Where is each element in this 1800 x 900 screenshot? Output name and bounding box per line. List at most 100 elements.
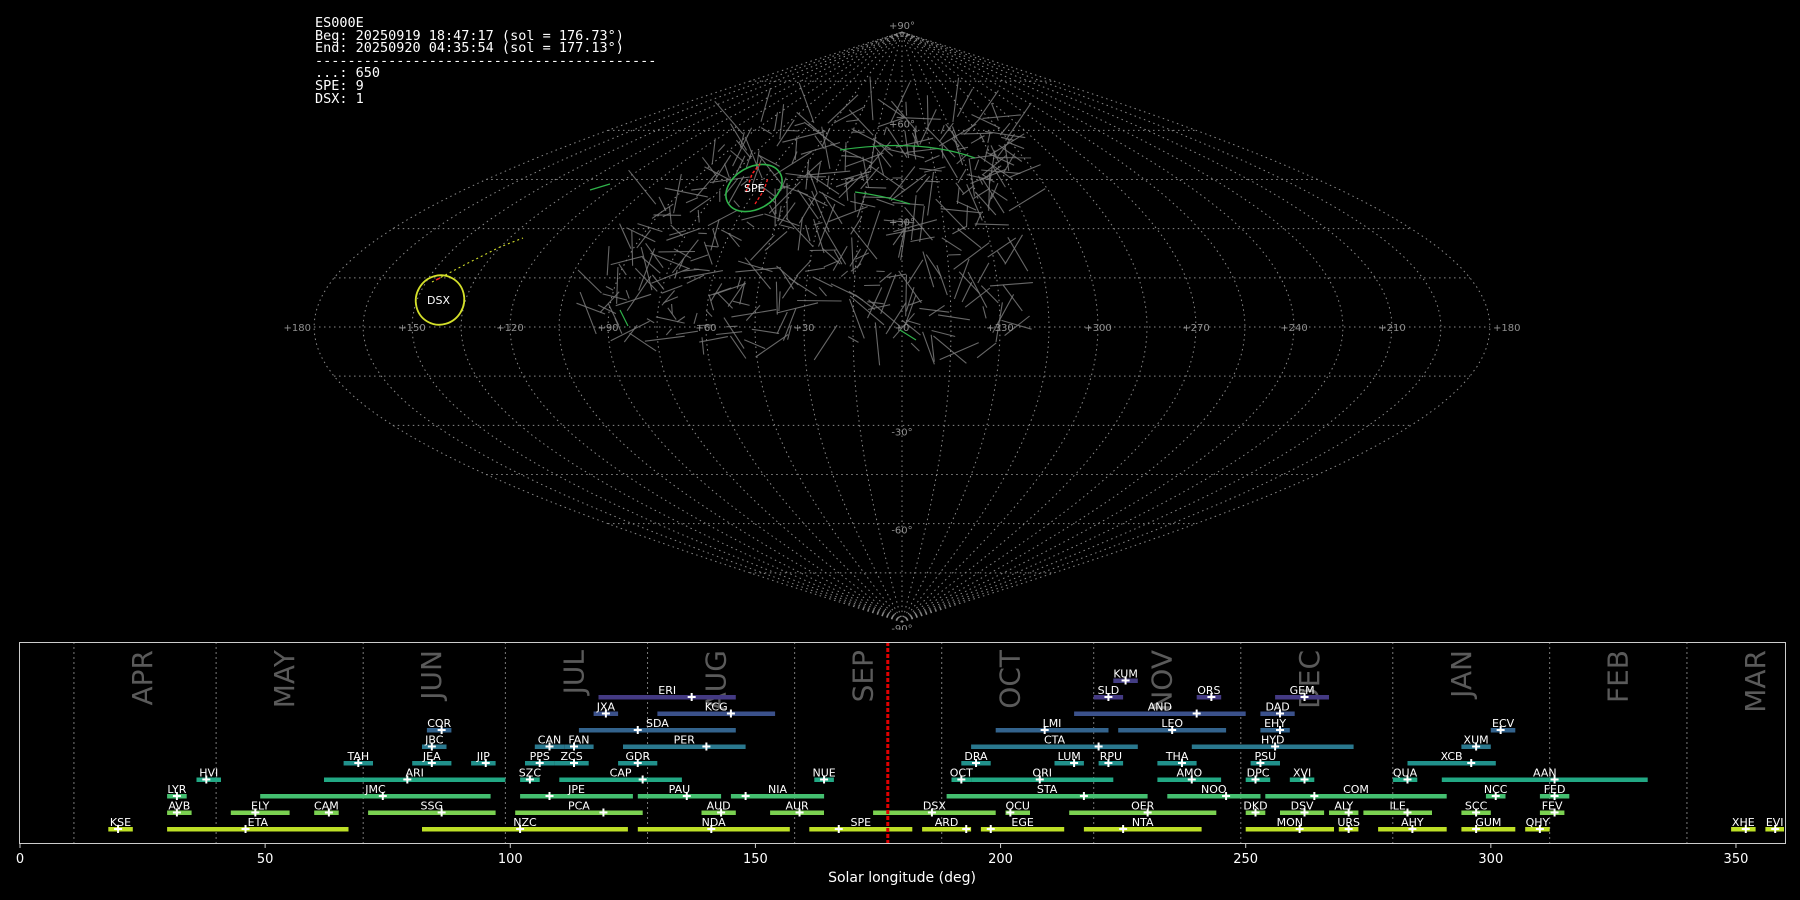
meteor-track	[629, 332, 657, 352]
meteor-track	[807, 170, 851, 176]
shower-code-label: FEV	[1542, 800, 1563, 813]
meteor-track	[697, 209, 700, 223]
meteor-track	[910, 342, 920, 352]
meteor-track	[615, 293, 652, 307]
meteor-track	[840, 270, 849, 277]
meteor-track	[690, 254, 709, 262]
shower-code-label: SPE	[851, 816, 872, 829]
shower-code-label: OER	[1131, 800, 1155, 813]
shower-code-label: PER	[674, 734, 696, 747]
meteor-track	[827, 94, 859, 124]
meteor-track	[906, 147, 939, 153]
meteor-track	[726, 325, 738, 328]
spe-radiant-label: SPE	[744, 182, 765, 195]
shower-code-label: NZC	[513, 816, 537, 829]
shower-code-label: COR	[427, 717, 451, 730]
meteor-track	[990, 103, 999, 121]
shower-code-label: AAN	[1533, 767, 1557, 780]
meteor-track	[625, 290, 630, 299]
shower-code-label: SDA	[646, 717, 669, 730]
x-tick-label: 0	[16, 852, 24, 867]
meteor-track	[848, 298, 865, 339]
shower-peak-marker	[702, 742, 711, 751]
shower-code-label: JIP	[476, 750, 490, 763]
meteor-track	[1002, 284, 1023, 312]
shower-code-label: CTA	[1044, 734, 1066, 747]
ra-tick-label: +90	[597, 323, 618, 334]
meteor-track	[673, 248, 692, 259]
meteor-track	[845, 177, 855, 180]
meteor-track	[996, 250, 1006, 264]
ra-tick-label: +150	[398, 323, 425, 334]
meteor-track	[813, 324, 838, 361]
month-label: JAN	[1445, 650, 1478, 700]
shower-peak-marker	[599, 808, 608, 817]
shower-peak-marker	[633, 726, 642, 734]
dec-tick-label: +60°	[889, 119, 915, 130]
meteor-track	[744, 257, 772, 290]
meteor-tracks	[576, 76, 1046, 366]
shower-peak-marker	[1079, 792, 1088, 800]
meteor-track	[795, 259, 812, 277]
month-label: APR	[126, 650, 159, 706]
shower-code-label: DKD	[1243, 800, 1267, 813]
meteor-track	[812, 276, 833, 288]
meteor-track	[664, 187, 708, 198]
meteor-track	[623, 324, 638, 343]
ra-tick-label: +330	[986, 323, 1013, 334]
shower-code-label: AVB	[168, 800, 190, 813]
shower-code-label: LEO	[1161, 717, 1183, 730]
meteor-track	[977, 262, 990, 284]
meteor-track	[671, 239, 699, 274]
meteor-track	[775, 281, 778, 315]
meteor-track	[974, 223, 1009, 226]
meteor-track	[905, 101, 908, 116]
x-tick-label: 200	[988, 852, 1013, 867]
meteor-track	[760, 127, 772, 135]
shower-code-label: ERI	[658, 684, 676, 697]
shower-code-label: OCT	[950, 767, 973, 780]
meteor-track	[982, 114, 1021, 119]
meteor-track	[910, 236, 935, 243]
shower-code-label: DSX	[923, 800, 946, 813]
meteor-track	[701, 337, 705, 355]
meteor-track	[850, 216, 863, 235]
meteor-track	[976, 342, 997, 359]
shower-code-label: ARD	[935, 816, 959, 829]
month-label: JUN	[415, 650, 448, 702]
meteor-track	[866, 186, 887, 189]
shower-code-label: DSV	[1291, 800, 1314, 813]
meteor-track	[658, 196, 667, 212]
dec-tick-label: -30°	[891, 427, 912, 438]
shower-code-label: GEM	[1290, 684, 1315, 697]
shower-code-label: ARI	[405, 767, 423, 780]
meteor-track	[955, 182, 965, 195]
shower-code-label: XVI	[1293, 767, 1311, 780]
meteor-track	[869, 76, 874, 121]
shower-code-label: QUA	[1393, 767, 1418, 780]
meteor-track	[797, 189, 819, 220]
meteor-track	[760, 87, 772, 122]
shower-code-label: LMI	[1043, 717, 1062, 730]
meteor-track	[626, 275, 652, 312]
meteor-track	[919, 307, 950, 313]
shower-code-label: CAM	[314, 800, 339, 813]
shower-code-label: URS	[1337, 816, 1360, 829]
shower-code-label: GUM	[1475, 816, 1501, 829]
meteor-track	[730, 123, 748, 151]
meteor-track	[732, 300, 750, 306]
shower-code-label: COM	[1343, 783, 1369, 796]
shower-code-label: NUE	[812, 767, 835, 780]
shower-code-label: PPS	[530, 750, 550, 763]
meteor-track	[926, 95, 929, 131]
meteor-track	[711, 138, 716, 164]
meteor-track	[963, 118, 981, 135]
shower-code-label: THA	[1165, 750, 1189, 763]
meteor-track	[665, 328, 673, 336]
meteor-track	[951, 138, 960, 147]
meteor-track	[956, 88, 973, 117]
shower-code-label: JEA	[422, 750, 441, 763]
meteor-track	[663, 296, 679, 304]
meteor-track	[741, 213, 764, 221]
radiant-markers: SPE DSX	[414, 163, 783, 326]
